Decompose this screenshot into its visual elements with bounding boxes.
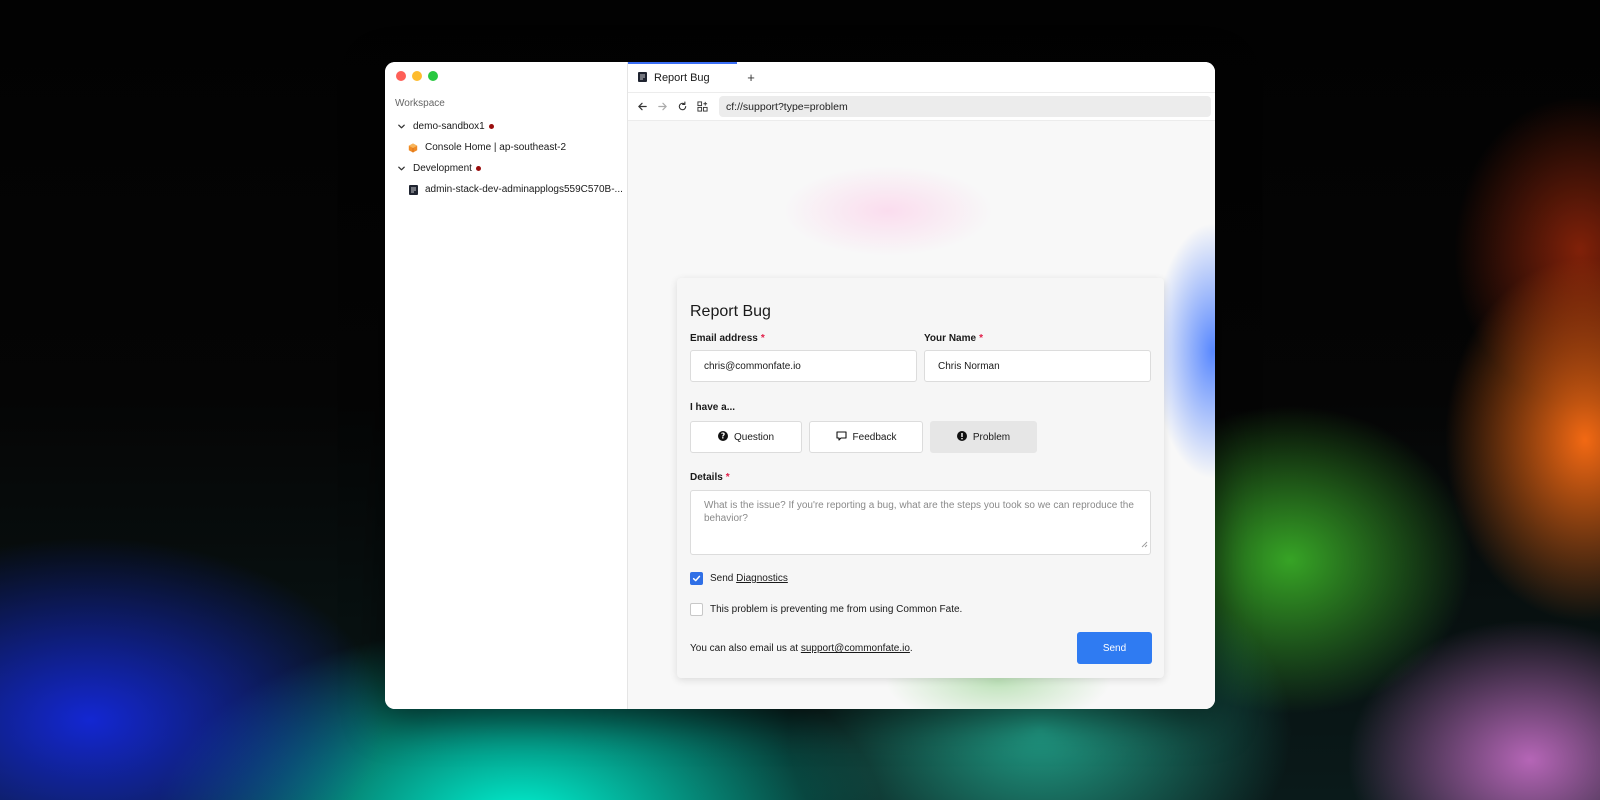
question-option-label: Question: [733, 431, 775, 443]
blocking-label: This problem is preventing me from using…: [710, 604, 963, 615]
diagnostics-label: Send Diagnostics: [710, 573, 788, 584]
maximize-window-button[interactable]: [428, 71, 438, 81]
details-label-text: Details: [690, 472, 723, 483]
required-mark: *: [760, 333, 765, 344]
status-dot: [488, 124, 494, 129]
required-mark: *: [979, 333, 983, 344]
name-label: Your Name *: [924, 333, 983, 344]
chevron-down-icon[interactable]: [396, 122, 406, 132]
extensions-grid-icon[interactable]: [696, 100, 709, 113]
diagnostics-checkbox[interactable]: [690, 572, 703, 585]
workspace-tree: demo-sandbox1 Console Home | ap-southeas…: [385, 116, 627, 200]
navigation-bar: cf://support?type=problem: [628, 93, 1215, 121]
tree-item-label: Console Home | ap-southeast-2: [425, 142, 567, 153]
send-button[interactable]: Send: [1077, 632, 1152, 664]
details-placeholder: What is the issue? If you're reporting a…: [704, 500, 1134, 524]
url-bar[interactable]: cf://support?type=problem: [719, 96, 1211, 117]
footer-text: You can also email us at support@commonf…: [690, 643, 913, 654]
tree-item-console-home[interactable]: Console Home | ap-southeast-2: [385, 137, 627, 158]
footer-suffix: .: [909, 643, 913, 654]
name-label-text: Your Name: [924, 333, 977, 344]
page-title: Report Bug: [690, 303, 771, 320]
document-icon: [408, 184, 418, 195]
svg-text:?: ?: [721, 431, 725, 440]
tree-group-label: Development: [413, 163, 472, 174]
tree-group-demo-sandbox1[interactable]: demo-sandbox1: [385, 116, 627, 137]
minimize-window-button[interactable]: [412, 71, 422, 81]
sidebar: Workspace demo-sandbox1 Console Home | a…: [385, 62, 628, 709]
question-option[interactable]: ? Question: [690, 421, 802, 453]
feedback-option-label: Feedback: [852, 431, 897, 443]
footer-prefix: You can also email us at: [690, 643, 799, 654]
blocking-checkbox[interactable]: [690, 603, 703, 616]
chevron-down-icon[interactable]: [396, 164, 406, 174]
forward-arrow-icon[interactable]: [656, 100, 669, 113]
aws-cube-icon: [408, 143, 418, 153]
workspace-label: Workspace: [395, 98, 445, 109]
app-window: Workspace demo-sandbox1 Console Home | a…: [385, 62, 1215, 709]
report-bug-card: Report Bug Email address * chris@commonfa…: [677, 278, 1164, 678]
required-mark: *: [725, 472, 730, 483]
email-field[interactable]: chris@commonfate.io: [690, 350, 917, 382]
resize-handle-icon[interactable]: [1141, 539, 1148, 552]
type-label: I have a...: [690, 402, 736, 413]
tree-group-label: demo-sandbox1: [413, 121, 485, 132]
details-label: Details *: [690, 472, 730, 483]
tree-group-development[interactable]: Development: [385, 158, 627, 179]
diagnostics-prefix: Send: [710, 573, 734, 584]
new-tab-button[interactable]: +: [737, 62, 765, 92]
window-controls: [396, 71, 438, 81]
problem-option[interactable]: Problem: [930, 421, 1037, 453]
email-label-text: Email address: [690, 333, 758, 344]
tab-bar: Report Bug +: [628, 62, 1215, 93]
feedback-option[interactable]: Feedback: [809, 421, 923, 453]
main-pane: Report Bug + cf://support?type=problem R…: [628, 62, 1215, 709]
page-content: Report Bug Email address * chris@commonfa…: [628, 121, 1215, 709]
status-dot: [475, 166, 481, 171]
back-arrow-icon[interactable]: [636, 100, 649, 113]
close-window-button[interactable]: [396, 71, 406, 81]
tree-item-label: admin-stack-dev-adminapplogs559C570B-...: [425, 184, 623, 195]
checkmark-icon: [692, 575, 701, 582]
speech-bubble-icon: [835, 430, 847, 444]
problem-option-label: Problem: [972, 431, 1011, 443]
email-label: Email address *: [690, 333, 765, 344]
tree-item-admin-stack-logs[interactable]: admin-stack-dev-adminapplogs559C570B-...: [385, 179, 627, 200]
tab-report-bug[interactable]: Report Bug: [628, 62, 737, 92]
details-textarea[interactable]: What is the issue? If you're reporting a…: [690, 490, 1151, 555]
document-icon: [638, 71, 647, 85]
diagnostics-link[interactable]: Diagnostics: [736, 573, 788, 584]
reload-icon[interactable]: [676, 100, 689, 113]
support-email-link[interactable]: support@commonfate.io: [801, 643, 910, 654]
question-circle-icon: ?: [717, 430, 728, 444]
tab-label: Report Bug: [654, 72, 710, 84]
exclamation-circle-icon: [956, 430, 967, 444]
name-field[interactable]: Chris Norman: [924, 350, 1151, 382]
